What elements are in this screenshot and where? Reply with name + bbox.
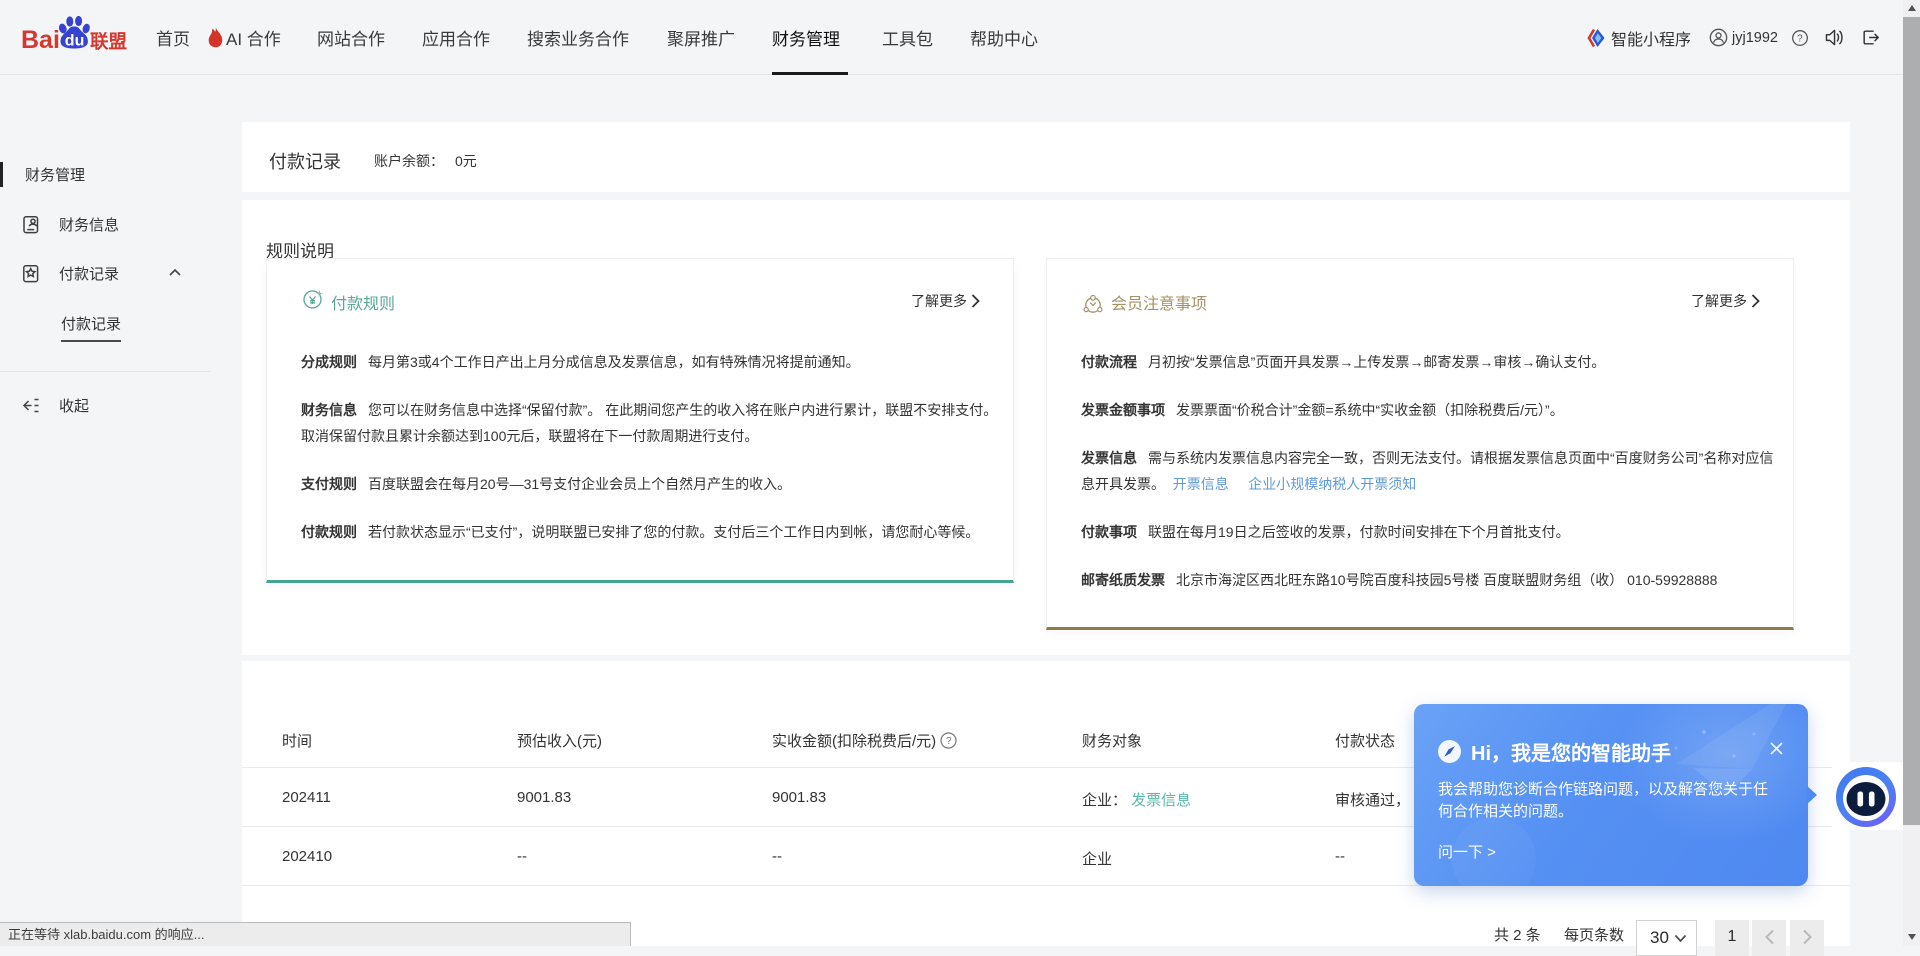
svg-text:Bai: Bai [21,26,60,54]
svg-text:?: ? [1797,33,1803,44]
svg-text:du: du [65,33,85,50]
svg-text:联盟: 联盟 [90,31,128,52]
svg-text:?: ? [946,736,952,747]
